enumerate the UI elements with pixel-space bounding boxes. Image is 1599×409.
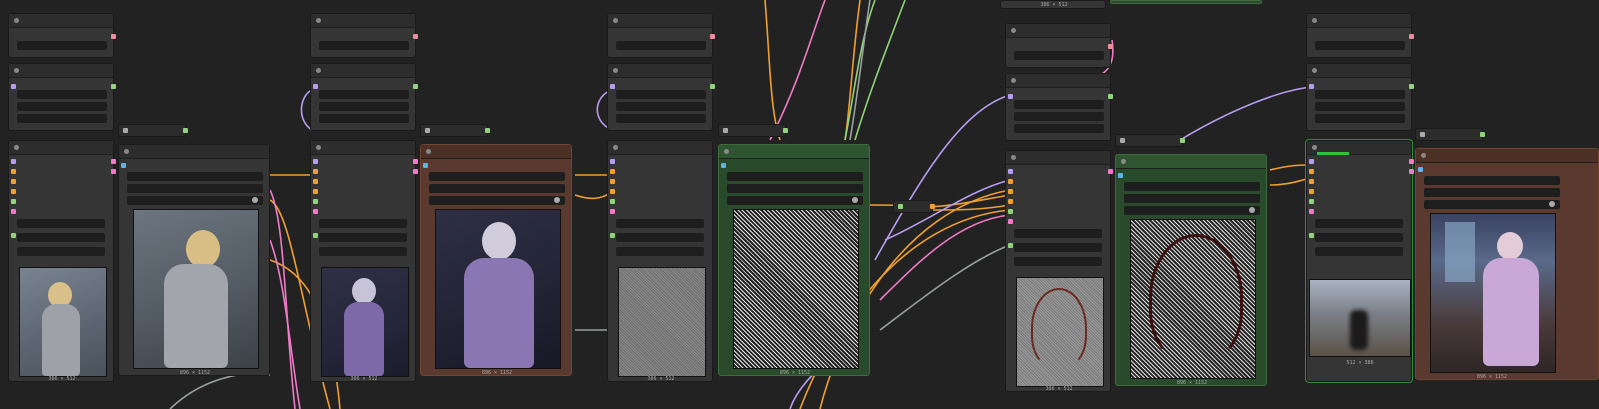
reroute-node[interactable]	[1415, 128, 1485, 141]
reroute-node[interactable]	[718, 124, 788, 137]
preview-dimension-label: 896 × 1152	[179, 370, 211, 376]
preview-dimension-label: 386 × 512	[350, 376, 378, 382]
loader-node[interactable]	[607, 13, 715, 58]
node-canvas[interactable]: 386 × 512 896 × 1152 386 × 512 896 × 115…	[0, 0, 1599, 409]
preview-dimension-label: 896 × 1152	[1476, 374, 1508, 380]
image-output-node[interactable]: 896 × 1152	[718, 144, 870, 376]
settings-node[interactable]	[1005, 73, 1113, 141]
preview-image-crowd	[1309, 279, 1411, 357]
preview-dimension-label: 512 × 386	[1346, 360, 1374, 366]
preview-image-blonde-large	[133, 209, 259, 369]
image-output-node[interactable]: 896 × 1152	[420, 144, 572, 376]
preview-node[interactable]: 386 × 512	[607, 140, 713, 382]
loader-node[interactable]	[310, 13, 418, 58]
preview-dimension-label: 896 × 1152	[779, 370, 811, 376]
settings-node[interactable]	[607, 63, 715, 131]
preview-dimension-label: 386 × 512	[1045, 386, 1073, 392]
preview-dimension-label: 386 × 512	[48, 376, 76, 382]
preview-image-blonde-small	[19, 267, 107, 377]
reroute-node[interactable]	[118, 124, 188, 137]
image-output-node[interactable]: 896 × 1152	[118, 144, 270, 376]
loader-node[interactable]	[1306, 13, 1414, 58]
settings-node[interactable]	[1306, 63, 1414, 131]
loader-node[interactable]	[1005, 23, 1113, 68]
reroute-node[interactable]	[893, 200, 935, 213]
image-output-node[interactable]: 896 × 1152	[1415, 148, 1599, 380]
preview-dimension-label: 386 × 512	[1040, 2, 1068, 8]
preview-node[interactable]: 386 × 512	[310, 140, 418, 382]
preview-dimension-label: 896 × 1152	[481, 370, 513, 376]
preview-image-noise-large	[733, 209, 859, 369]
loader-node[interactable]	[8, 13, 116, 58]
preview-node-selected[interactable]: 512 × 386	[1305, 139, 1414, 383]
progress-bar	[1317, 152, 1349, 155]
collapsed-group-node[interactable]	[1110, 0, 1262, 4]
image-output-node[interactable]: 896 × 1152	[1115, 154, 1267, 386]
preview-image-outline-large	[1130, 219, 1256, 379]
preview-node[interactable]: 386 × 512	[8, 140, 116, 382]
collapsed-node[interactable]: 386 × 512	[1000, 0, 1106, 9]
preview-dimension-label: 896 × 1152	[1176, 380, 1208, 386]
preview-node[interactable]: 386 × 512	[1005, 150, 1113, 392]
preview-dimension-label: 386 × 512	[647, 376, 675, 382]
preview-image-purple-small	[321, 267, 409, 377]
preview-image-outline-small	[1016, 277, 1104, 387]
preview-image-purple-large	[435, 209, 561, 369]
settings-node[interactable]	[310, 63, 418, 131]
reroute-node[interactable]	[1115, 134, 1185, 147]
reroute-node[interactable]	[420, 124, 490, 137]
preview-image-woman-window	[1430, 213, 1556, 373]
settings-node[interactable]	[8, 63, 116, 131]
preview-image-noise-small	[618, 267, 706, 377]
